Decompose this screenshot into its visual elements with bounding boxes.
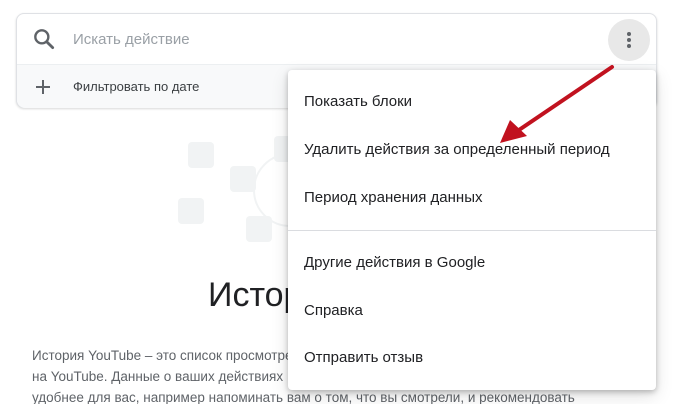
more-vert-icon xyxy=(627,32,631,48)
description-line: удобнее для вас, например напоминать вам… xyxy=(32,390,575,404)
menu-item-retention[interactable]: Период хранения данных xyxy=(288,177,656,217)
menu-item-other-activity[interactable]: Другие действия в Google xyxy=(288,242,656,282)
search-row xyxy=(17,14,656,64)
menu-item-delete-period[interactable]: Удалить действия за определенный период xyxy=(288,129,656,169)
more-options-button[interactable] xyxy=(608,19,650,61)
menu-item-show-blocks[interactable]: Показать блоки xyxy=(288,81,656,121)
search-input[interactable] xyxy=(73,26,553,52)
menu-item-send-feedback[interactable]: Отправить отзыв xyxy=(288,337,656,377)
options-menu: Показать блоки Удалить действия за опред… xyxy=(288,70,656,390)
filter-label: Фильтровать по дате xyxy=(73,79,200,94)
search-icon[interactable] xyxy=(31,26,57,52)
plus-icon xyxy=(36,79,50,94)
menu-divider xyxy=(288,230,656,231)
screen: История История YouTube – это список про… xyxy=(0,0,688,404)
menu-item-help[interactable]: Справка xyxy=(288,290,656,330)
